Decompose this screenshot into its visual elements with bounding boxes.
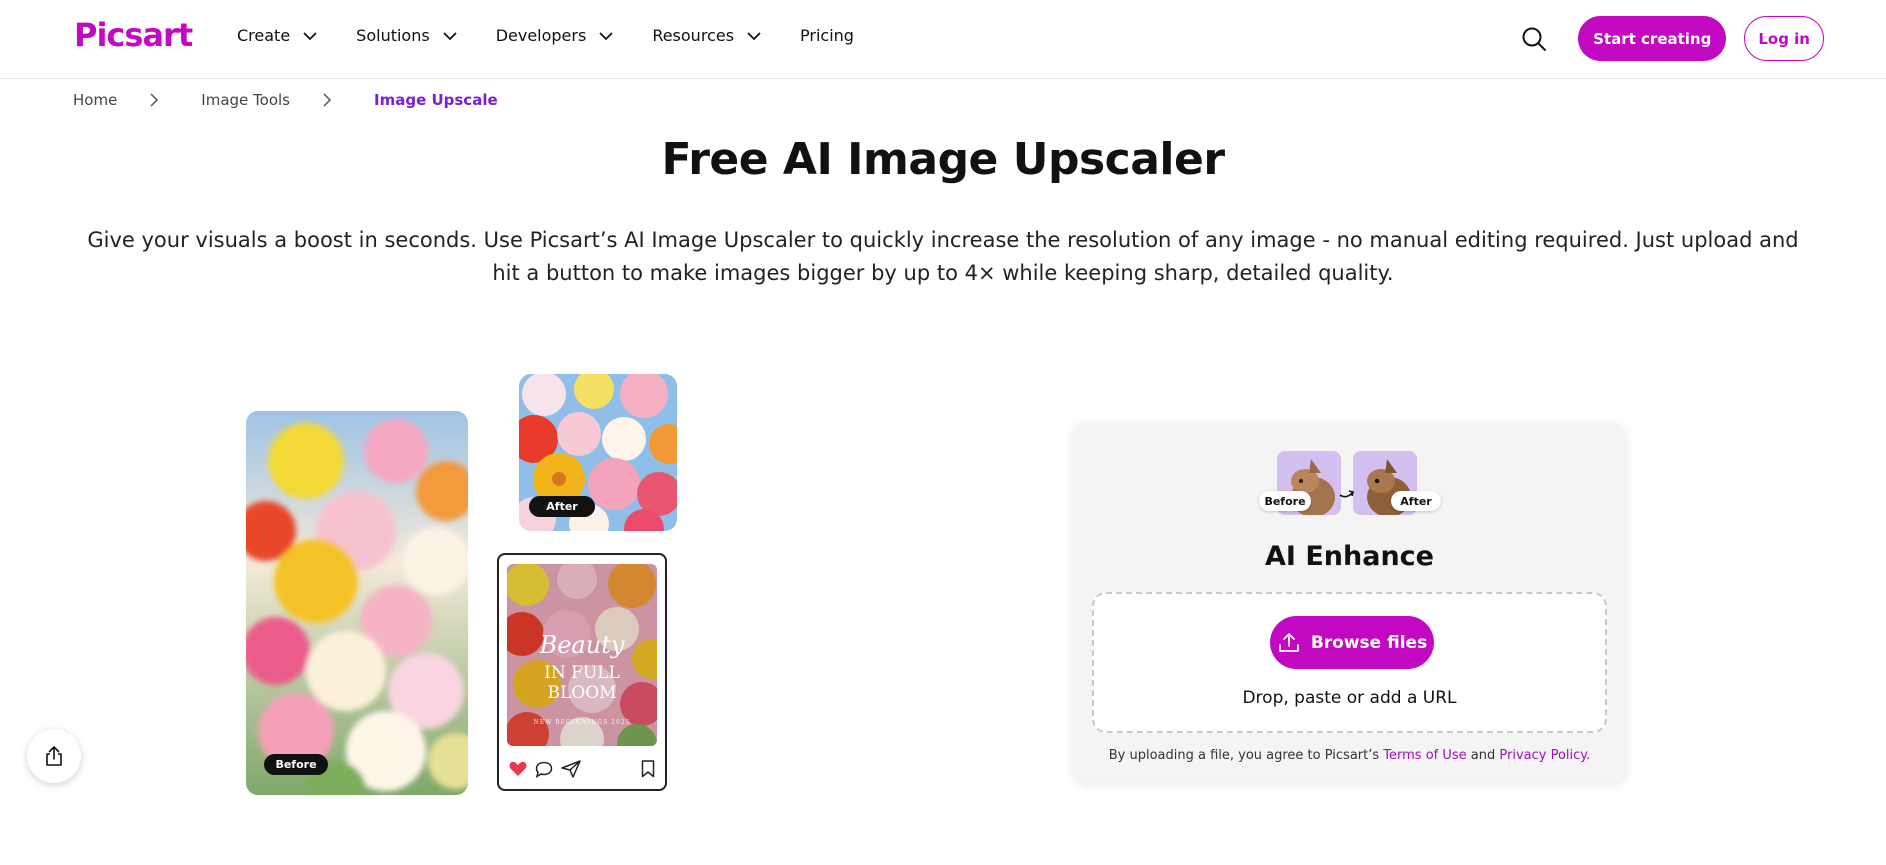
picsart-logo[interactable]: Picsart xyxy=(74,16,193,54)
share-icon xyxy=(46,746,62,766)
post-headline: Beauty xyxy=(539,631,625,659)
nav-pricing[interactable]: Pricing xyxy=(800,26,854,45)
post-subheadline: IN FULL BLOOM xyxy=(544,663,620,703)
start-creating-button[interactable]: Start creating xyxy=(1578,16,1727,61)
social-post-mockup: Beauty IN FULL BLOOM NEW BEGINNINGS 2025 xyxy=(497,553,667,791)
legal-prefix: By uploading a file, you agree to Picsar… xyxy=(1108,748,1384,763)
subtitle-line: hit a button to make images bigger by up… xyxy=(492,261,1394,285)
chevron-down-icon xyxy=(303,31,317,40)
nav-solutions[interactable]: Solutions xyxy=(356,26,458,45)
share-button[interactable] xyxy=(27,729,81,783)
chevron-right-icon xyxy=(323,93,332,107)
site-header: Picsart Create Solutions Developers Reso… xyxy=(0,0,1886,79)
nav-create-label: Create xyxy=(237,26,291,45)
chevron-down-icon xyxy=(599,31,613,40)
before-after-thumbs: Before After xyxy=(1259,451,1441,517)
nav-create[interactable]: Create xyxy=(237,26,318,45)
heart-icon xyxy=(509,761,527,776)
nav-resources-label: Resources xyxy=(652,26,735,45)
nav-developers[interactable]: Developers xyxy=(496,26,615,45)
after-thumb-badge: After xyxy=(1391,491,1441,511)
before-badge: Before xyxy=(264,754,328,775)
privacy-link[interactable]: Privacy Policy. xyxy=(1499,748,1590,763)
bookmark-icon xyxy=(641,760,655,778)
breadcrumb: Home Image Tools Image Upscale xyxy=(73,91,498,109)
comment-icon xyxy=(535,761,553,778)
breadcrumb-home[interactable]: Home xyxy=(73,91,117,109)
after-image: After xyxy=(519,374,677,531)
send-icon xyxy=(561,760,581,778)
upload-icon xyxy=(1278,632,1299,652)
chevron-down-icon xyxy=(443,31,457,40)
breadcrumb-current: Image Upscale xyxy=(374,91,498,109)
terms-link[interactable]: Terms of Use xyxy=(1383,748,1466,763)
after-badge: After xyxy=(529,496,595,517)
legal-notice: By uploading a file, you agree to Picsar… xyxy=(1073,748,1626,763)
upload-dropzone[interactable]: Browse files Drop, paste or add a URL xyxy=(1092,592,1607,733)
post-actions xyxy=(507,758,657,780)
before-thumb-badge: Before xyxy=(1259,491,1311,511)
drop-instructions: Drop, paste or add a URL xyxy=(1242,688,1457,708)
chevron-down-icon xyxy=(747,31,761,40)
breadcrumb-image-tools[interactable]: Image Tools xyxy=(201,91,290,109)
search-icon[interactable] xyxy=(1520,25,1548,53)
post-caption: NEW BEGINNINGS 2025 xyxy=(533,719,631,726)
login-button[interactable]: Log in xyxy=(1744,16,1824,61)
page-subtitle: Give your visuals a boost in seconds. Us… xyxy=(80,224,1806,290)
before-image: Before xyxy=(246,411,468,795)
arrow-icon xyxy=(1339,490,1354,498)
nav-resources[interactable]: Resources xyxy=(652,26,762,45)
legal-and: and xyxy=(1466,748,1500,763)
header-actions: Start creating Log in xyxy=(1520,16,1824,61)
chevron-right-icon xyxy=(150,93,159,107)
nav-solutions-label: Solutions xyxy=(356,26,430,45)
nav-pricing-label: Pricing xyxy=(800,26,854,45)
browse-files-label: Browse files xyxy=(1310,632,1428,653)
card-title: AI Enhance xyxy=(1265,541,1434,572)
ai-enhance-card: Before After AI Enhance Browse files Dro… xyxy=(1073,423,1626,783)
post-image: Beauty IN FULL BLOOM NEW BEGINNINGS 2025 xyxy=(507,564,657,746)
subtitle-line: Give your visuals a boost in seconds. Us… xyxy=(87,228,1799,252)
page-title: Free AI Image Upscaler xyxy=(661,134,1225,185)
main-nav: Create Solutions Developers Resources Pr… xyxy=(237,26,892,45)
nav-developers-label: Developers xyxy=(495,26,587,45)
browse-files-button[interactable]: Browse files xyxy=(1270,616,1434,669)
flowers-before-graphic xyxy=(246,411,468,795)
